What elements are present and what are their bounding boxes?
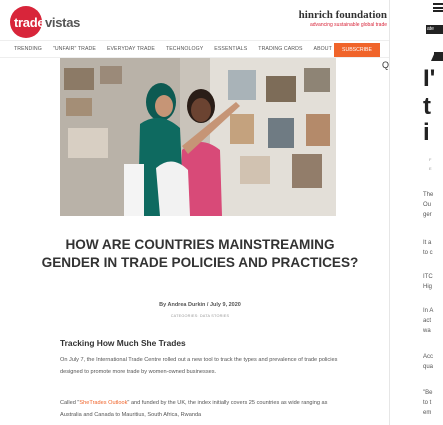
partial-body-line: qua [423, 364, 434, 370]
logo-vistas-text: vistas [45, 15, 81, 30]
partial-body-line: ITC [423, 274, 433, 280]
search-icon[interactable]: Q [382, 60, 389, 70]
hinrich-foundation-logo[interactable]: hinrich foundation advancing sustainable… [299, 9, 387, 28]
nav-item-essentials[interactable]: ESSENTIALS [214, 46, 247, 52]
partial-heading-line-2: t [423, 93, 431, 120]
article-title: HOW ARE COUNTRIES MAINSTREAMING GENDER I… [41, 237, 359, 270]
partial-body-line: Hig [423, 284, 433, 290]
nav-item-unfair-trade[interactable]: "UNFAIR" TRADE [53, 46, 96, 52]
article-page: trade vistas hinrich foundation advancin… [0, 0, 390, 425]
nav-item-everyday-trade[interactable]: EVERYDAY TRADE [107, 46, 155, 52]
nav-item-technology[interactable]: TECHNOLOGY [166, 46, 203, 52]
partner-tagline: advancing sustainable global trade [310, 22, 387, 28]
partial-body-line: to t [423, 400, 432, 406]
partial-body-line: wa [423, 328, 431, 334]
category-badge[interactable]: ate [426, 25, 443, 34]
adjacent-page: ate I' t i F E The Ou ger It a to c ITC Hig In … [390, 0, 443, 425]
nav-item-about[interactable]: ABOUT [314, 46, 332, 52]
partial-body-line: "Be [423, 390, 433, 396]
partial-body-line: em [423, 410, 432, 416]
partner-name: hinrich foundation [298, 9, 387, 21]
section-heading: Tracking How Much She Trades [60, 338, 186, 348]
partial-body-line: It a [423, 240, 432, 246]
main-nav: TRENDING "UNFAIR" TRADE EVERYDAY TRADE T… [0, 40, 389, 58]
hamburger-menu-icon[interactable] [433, 3, 443, 12]
shetrades-outlook-link[interactable]: SheTrades Outlook [79, 400, 127, 406]
logo-trade-text: trade [14, 15, 45, 30]
article-categories[interactable]: CATEGORIES: DATA STORIES [40, 314, 360, 318]
article-byline: By Andrea Durkin / July 9, 2020 [159, 302, 241, 308]
partial-heading-line-3: i [423, 119, 430, 146]
article-paragraph-1: On July 7, the International Trade Centr… [60, 357, 338, 375]
partial-body-line: to c [423, 250, 433, 256]
partial-body-line: Ou [423, 202, 432, 208]
partial-body-line: ger [423, 212, 432, 218]
article-paragraph-2: Called "SheTrades Outlook" and funded by… [60, 398, 345, 421]
tradevistas-logo[interactable]: trade vistas [10, 6, 80, 38]
hero-photo-illustration [60, 58, 336, 216]
paragraph-2-prefix: Called " [60, 400, 80, 406]
subscribe-button[interactable]: SUBSCRIBE [334, 43, 380, 57]
nav-item-trending[interactable]: TRENDING [14, 46, 42, 52]
decorative-block [434, 52, 443, 61]
partial-body-line: In A [423, 308, 434, 314]
partial-meta-line-1: F [429, 157, 432, 162]
partial-body-line: The [423, 192, 434, 198]
partial-heading-line-1: I' [423, 65, 436, 92]
partial-body-line: act [423, 318, 432, 324]
partial-body-line: Acc [423, 354, 434, 360]
nav-item-trading-cards[interactable]: TRADING CARDS [258, 46, 302, 52]
partial-meta-line-2: E [429, 166, 432, 171]
hero-image [60, 58, 336, 216]
